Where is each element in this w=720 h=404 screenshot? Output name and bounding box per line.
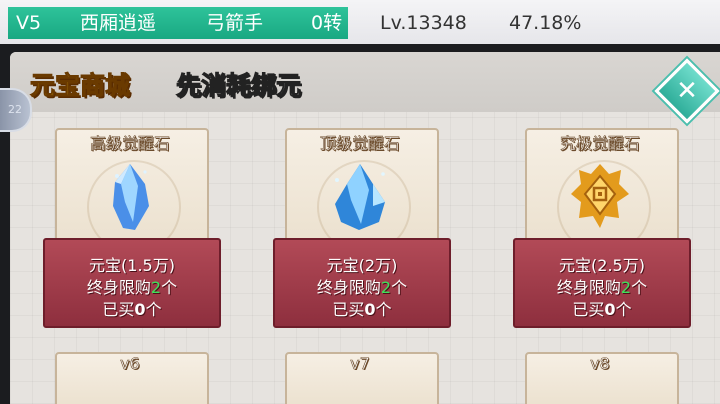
ice-crystal-icon bbox=[335, 164, 385, 230]
item-name: 顶级觉醒石 bbox=[319, 134, 401, 154]
item-limit: 终身限购2个 bbox=[556, 278, 648, 297]
server-name: 西厢逍遥 bbox=[80, 12, 157, 34]
item-info: 元宝(1.5万) 终身限购2个 已买0个 bbox=[43, 238, 221, 328]
exp-percent: 47.18% bbox=[509, 12, 582, 34]
item-name: v8 bbox=[590, 354, 610, 374]
player-class: 弓箭手 bbox=[206, 12, 264, 34]
shop-panel: 元宝商城 先消耗绑元 高级觉醒石 元宝(1.5万) 终身限购2个 已买0个 顶级… bbox=[10, 52, 720, 404]
player-level: Lv.13348 bbox=[380, 12, 467, 34]
item-bought: 已买0个 bbox=[332, 300, 392, 319]
item-price: 元宝(1.5万) bbox=[89, 256, 175, 275]
item-limit: 终身限购2个 bbox=[316, 278, 408, 297]
item-name: 究极觉醒石 bbox=[559, 134, 641, 154]
gold-rune-icon bbox=[571, 164, 629, 228]
item-name: 高级觉醒石 bbox=[89, 134, 171, 154]
shop-title: 元宝商城 bbox=[29, 71, 131, 101]
rebirth-count: 0转 bbox=[311, 12, 343, 34]
item-limit: 终身限购2个 bbox=[86, 278, 178, 297]
close-icon: ✕ bbox=[676, 76, 698, 106]
panel-header: 元宝商城 先消耗绑元 bbox=[10, 52, 720, 112]
status-bar: V5 西厢逍遥 弓箭手 0转 Lv.13348 47.18% bbox=[0, 0, 720, 44]
item-info: 元宝(2万) 终身限购2个 已买0个 bbox=[273, 238, 451, 328]
vip-level: V5 bbox=[16, 12, 42, 34]
blue-crystal-icon bbox=[113, 164, 149, 230]
item-price: 元宝(2万) bbox=[326, 256, 398, 275]
item-price: 元宝(2.5万) bbox=[559, 256, 645, 275]
item-bought: 已买0个 bbox=[102, 300, 162, 319]
item-name: v7 bbox=[350, 354, 370, 374]
item-info: 元宝(2.5万) 终身限购2个 已买0个 bbox=[513, 238, 691, 328]
item-name: v6 bbox=[120, 354, 140, 374]
shop-subtitle: 先消耗绑元 bbox=[175, 71, 302, 101]
side-tab-label: 22 bbox=[8, 103, 22, 116]
player-info-bar bbox=[8, 7, 348, 39]
item-bought: 已买0个 bbox=[572, 300, 632, 319]
